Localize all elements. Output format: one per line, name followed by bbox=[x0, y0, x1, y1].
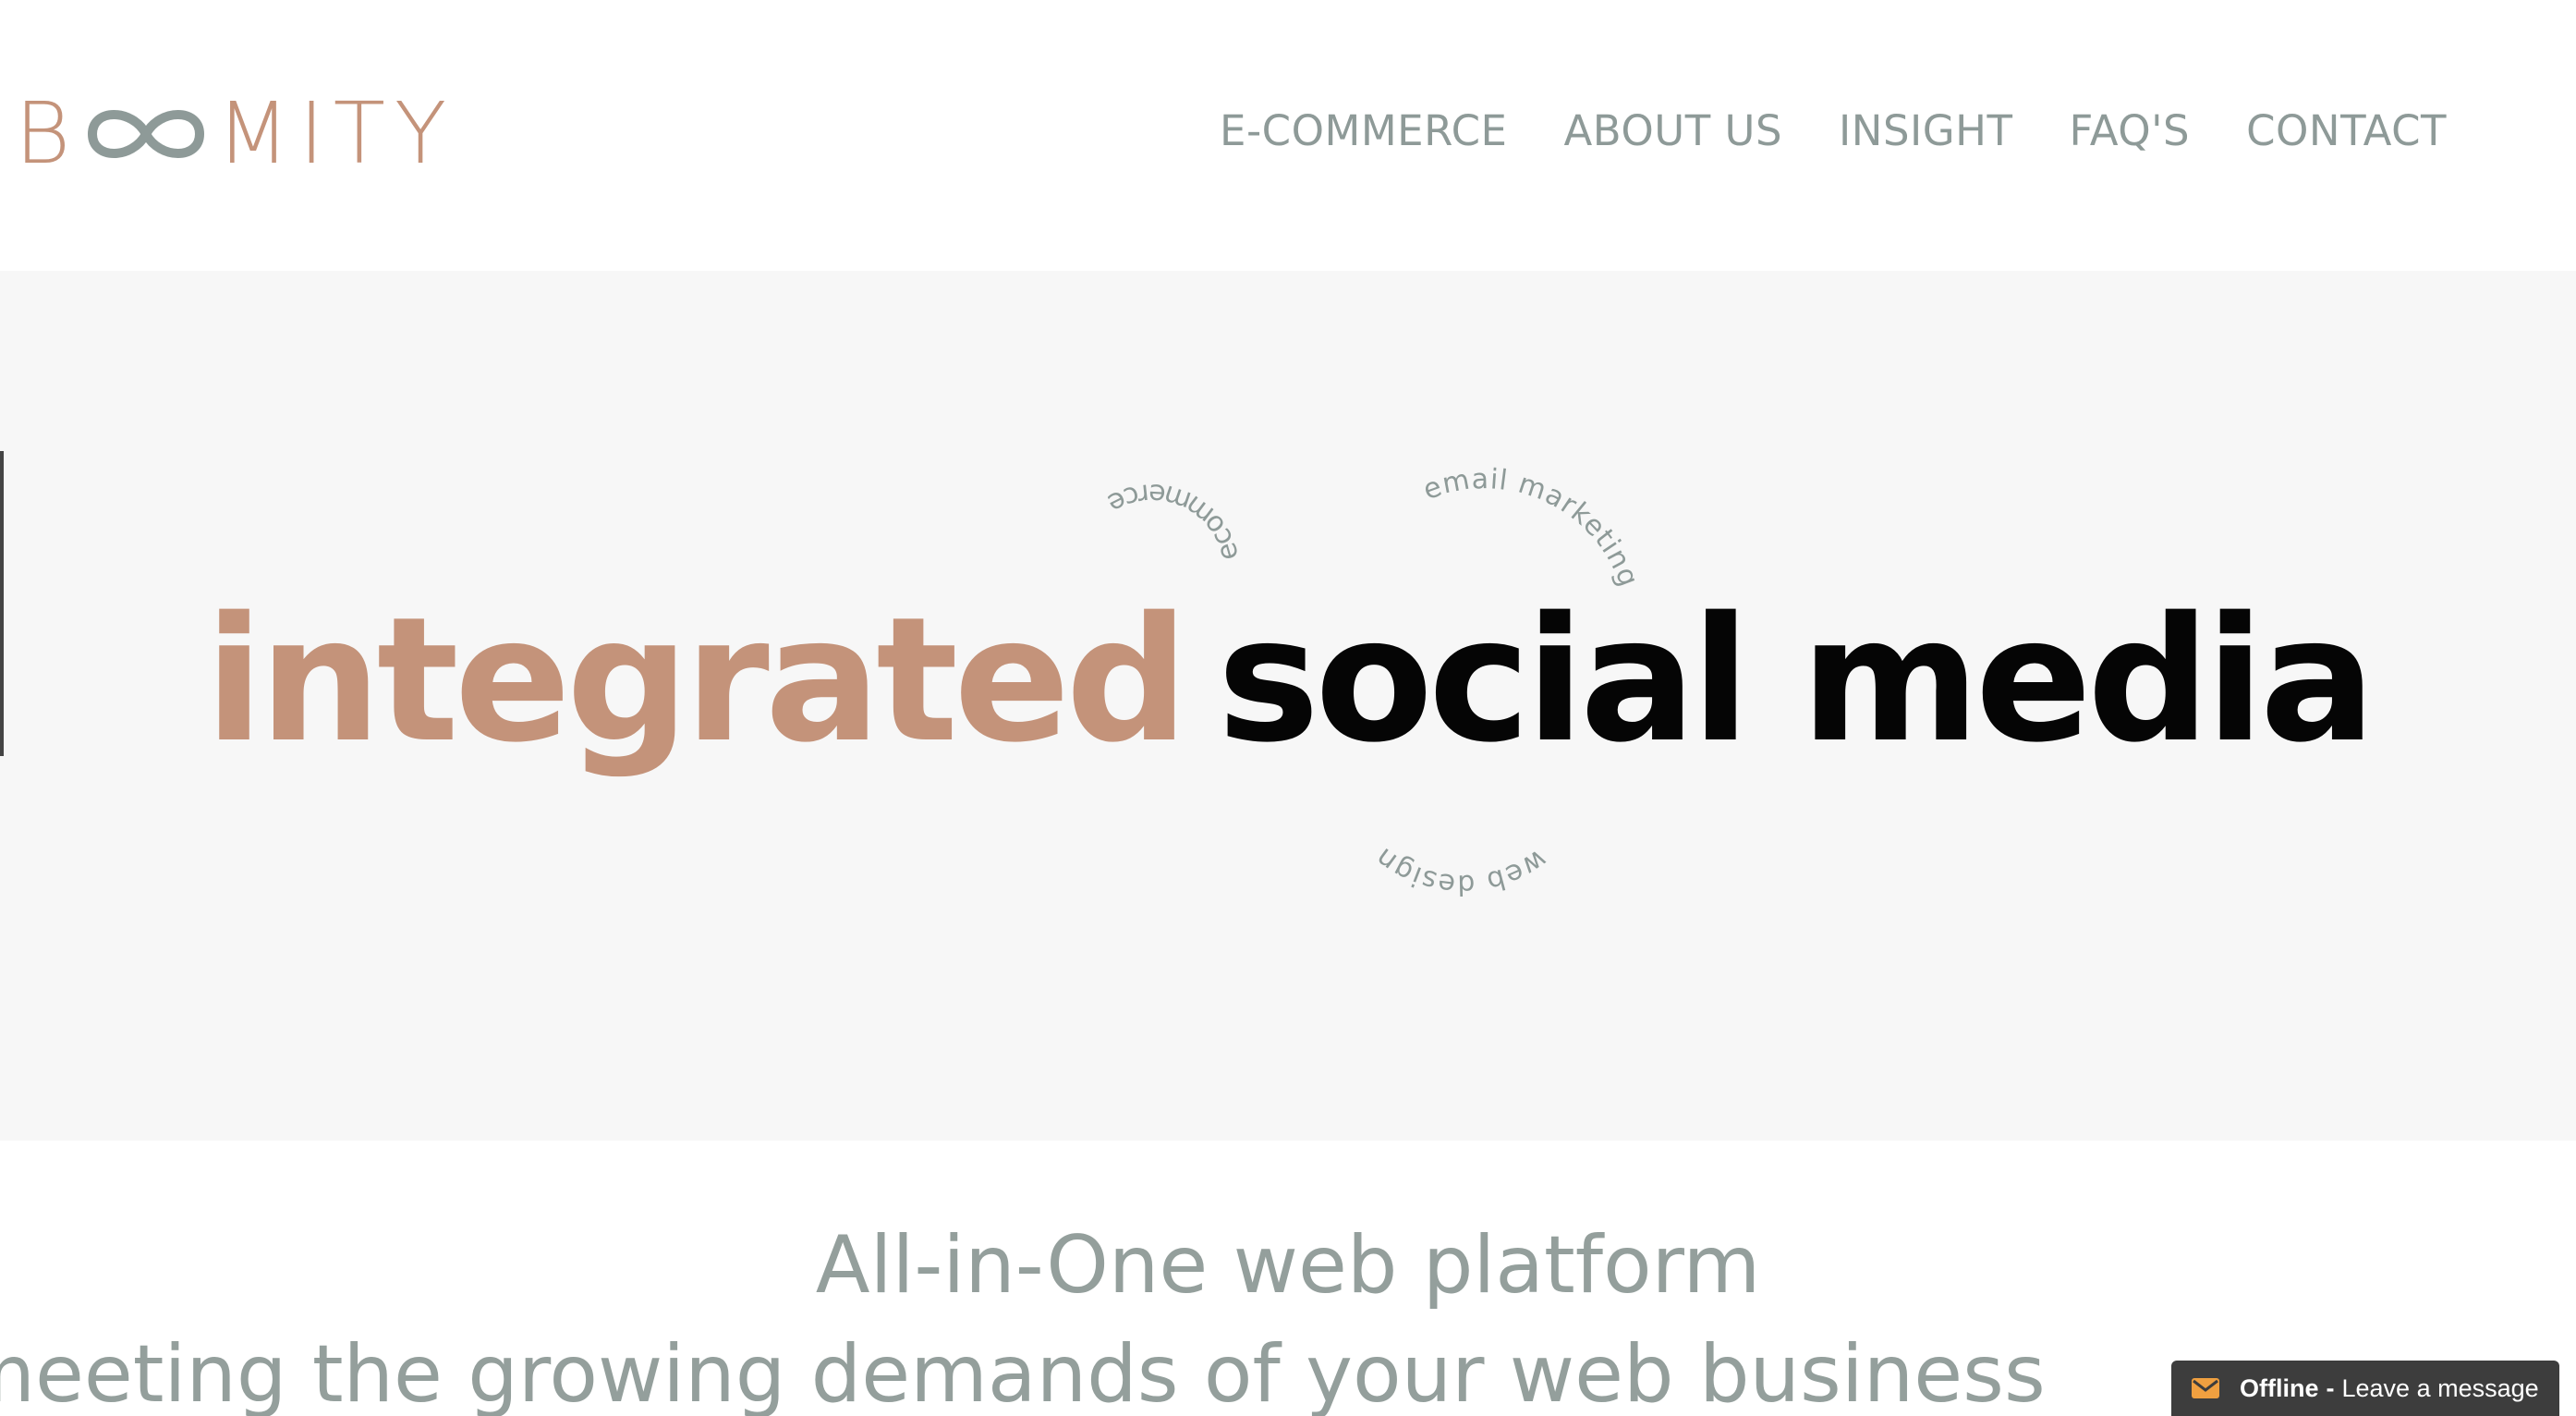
nav-item-faqs[interactable]: FAQ'S bbox=[2069, 104, 2190, 159]
nav-item-contact[interactable]: CONTACT bbox=[2246, 104, 2447, 159]
page: B MITY E-COMMERCE ABOUT US INSIGHT FAQ'S… bbox=[0, 0, 2576, 1416]
site-header: B MITY E-COMMERCE ABOUT US INSIGHT FAQ'S… bbox=[0, 0, 2576, 271]
main-nav: E-COMMERCE ABOUT US INSIGHT FAQ'S CONTAC… bbox=[1220, 104, 2447, 159]
orbit-word-ecommerce: ecommerce bbox=[1101, 477, 1245, 564]
logo[interactable]: B MITY bbox=[15, 91, 456, 177]
chat-status: Offline bbox=[2240, 1373, 2319, 1402]
infinity-icon bbox=[88, 110, 205, 158]
chat-separator: - bbox=[2326, 1373, 2335, 1402]
nav-item-about-us[interactable]: ABOUT US bbox=[1564, 104, 1783, 159]
tagline-line-2: meeting the growing demands of your web … bbox=[0, 1328, 2046, 1416]
chat-message: Leave a message bbox=[2341, 1373, 2539, 1402]
mail-icon bbox=[2192, 1378, 2219, 1398]
orbit-word-email-marketing: email marketing bbox=[1419, 463, 1646, 592]
logo-letters-mity: MITY bbox=[216, 84, 456, 183]
tagline-line-1: All-in-One web platform bbox=[815, 1219, 1761, 1312]
nav-item-insight[interactable]: INSIGHT bbox=[1839, 104, 2012, 159]
hero-headline: integrated social media bbox=[0, 594, 2576, 766]
nav-item-ecommerce[interactable]: E-COMMERCE bbox=[1220, 104, 1507, 159]
headline-rest: social media bbox=[1217, 580, 2376, 780]
hero-section: ecommerce email marketing web design int… bbox=[0, 271, 2576, 1141]
orbit-word-web-design: web design bbox=[1369, 840, 1553, 900]
chat-widget-button[interactable]: Offline - Leave a message bbox=[2171, 1361, 2559, 1416]
headline-accent: integrated bbox=[204, 580, 1189, 780]
logo-letter-b: B bbox=[15, 84, 80, 183]
